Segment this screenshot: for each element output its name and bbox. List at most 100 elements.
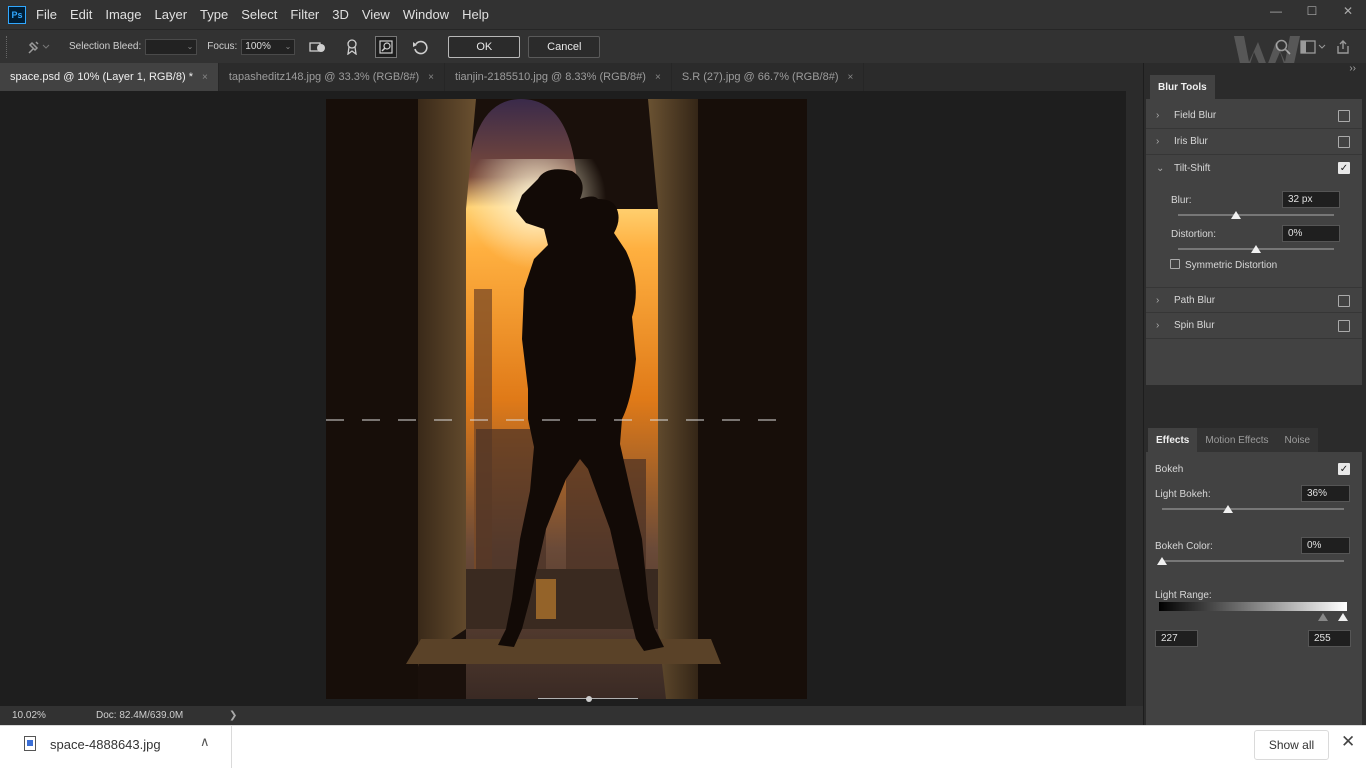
chevron-right-icon[interactable]: › [1156,136,1170,147]
light-range-gradient[interactable] [1159,602,1347,611]
menu-window[interactable]: Window [403,7,449,22]
tab-blur-tools[interactable]: Blur Tools [1150,75,1215,99]
field-blur-label: Field Blur [1174,110,1217,121]
focus-field[interactable]: 100% ⌄ [241,38,296,55]
share-icon[interactable] [1330,34,1356,60]
blur-row-spin[interactable]: › Spin Blur [1146,313,1362,339]
tab-sr27[interactable]: S.R (27).jpg @ 66.7% (RGB/8#) × [672,63,865,91]
bokeh-color-label: Bokeh Color: [1155,541,1213,552]
menu-bar: Ps File Edit Image Layer Type Select Fil… [0,0,1366,29]
distortion-value-field[interactable]: 0% [1282,225,1340,242]
save-mask-icon[interactable] [307,36,329,58]
effects-tabs: Effects Motion Effects Noise [1148,428,1319,452]
blur-slider-track[interactable] [1178,214,1334,216]
chevron-right-icon[interactable]: › [1156,110,1170,121]
high-quality-icon[interactable] [341,36,363,58]
document-tabs: space.psd @ 10% (Layer 1, RGB/8) * × tap… [0,63,1143,91]
symmetric-distortion-label: Symmetric Distortion [1185,260,1278,271]
focus-value: 100% [245,41,271,52]
spin-blur-label: Spin Blur [1174,320,1215,331]
tab-space-psd[interactable]: space.psd @ 10% (Layer 1, RGB/8) * × [0,63,219,91]
menu-type[interactable]: Type [200,7,228,22]
tab-effects[interactable]: Effects [1148,428,1198,452]
tab-noise[interactable]: Noise [1276,428,1319,452]
iris-blur-checkbox[interactable] [1338,136,1350,148]
artwork-image[interactable] [326,99,807,699]
path-blur-label: Path Blur [1174,294,1216,306]
menu-layer[interactable]: Layer [155,7,188,22]
reset-icon[interactable] [409,36,431,58]
blur-row-path[interactable]: › Path Blur [1146,287,1362,313]
spin-blur-checkbox[interactable] [1338,320,1350,332]
menu-filter[interactable]: Filter [290,7,319,22]
tab-tapasheditz148[interactable]: tapasheditz148.jpg @ 33.3% (RGB/8#) × [219,63,446,91]
blur-tools-tabs: Blur Tools [1150,75,1215,99]
chevron-right-icon[interactable]: › [1156,295,1170,306]
blur-row-field[interactable]: › Field Blur [1146,103,1362,129]
cancel-button[interactable]: Cancel [528,35,601,58]
chevron-up-icon[interactable]: ∧ [200,734,210,750]
chevron-down-icon: ⌄ [284,42,292,51]
window-controls: — ☐ ✕ [1258,0,1366,22]
close-icon[interactable]: ✕ [1341,732,1355,752]
tab-label: space.psd @ 10% (Layer 1, RGB/8) * [10,71,193,83]
tab-label: tianjin-2185510.jpg @ 8.33% (RGB/8#) [455,71,646,83]
close-icon[interactable]: × [847,72,853,83]
bokeh-checkbox[interactable]: ✓ [1338,463,1350,475]
tab-motion-effects[interactable]: Motion Effects [1197,428,1277,452]
tilt-shift-checkbox[interactable]: ✓ [1338,162,1350,174]
canvas-area[interactable] [0,91,1143,706]
vertical-scrollbar[interactable] [1126,91,1143,706]
collapse-panel-icon[interactable]: ›› [1349,63,1356,74]
bokeh-color-value-field[interactable]: 0% [1301,537,1350,554]
menu-help[interactable]: Help [462,7,489,22]
path-blur-checkbox[interactable] [1338,295,1350,307]
blur-tools-list: › Field Blur › Iris Blur ⌄ Tilt-Shift ✓ … [1146,99,1362,385]
close-icon[interactable]: × [428,72,434,83]
menu-file[interactable]: File [36,7,57,22]
light-range-low-thumb[interactable] [1318,613,1328,621]
minimize-button[interactable]: — [1258,0,1294,22]
options-bar-grip[interactable] [6,35,11,58]
tilt-shift-pin[interactable] [586,696,592,702]
blur-slider-thumb[interactable] [1231,211,1241,219]
download-filename[interactable]: space-4888643.jpg [50,737,161,752]
zoom-level[interactable]: 10.02% [12,710,60,721]
remove-pins-icon[interactable] [375,35,398,58]
symmetric-distortion-checkbox[interactable] [1170,259,1180,269]
light-range-high-thumb[interactable] [1338,613,1348,621]
selection-bleed-field[interactable]: ⌄ [145,38,198,55]
chevron-down-icon[interactable]: ⌄ [1156,163,1170,174]
blur-row-iris[interactable]: › Iris Blur [1146,129,1362,155]
bokeh-color-slider-track[interactable] [1162,560,1344,562]
menu-select[interactable]: Select [241,7,277,22]
tab-tianjin[interactable]: tianjin-2185510.jpg @ 8.33% (RGB/8#) × [445,63,672,91]
bokeh-color-slider-thumb[interactable] [1157,557,1167,565]
pin-icon[interactable] [25,37,55,57]
download-divider [231,726,232,768]
blur-row-tilt-shift[interactable]: ⌄ Tilt-Shift ✓ [1146,155,1362,181]
chevron-right-icon[interactable]: › [1156,320,1170,331]
light-bokeh-slider-thumb[interactable] [1223,505,1233,513]
menu-view[interactable]: View [362,7,390,22]
chevron-down-icon: ⌄ [186,42,194,51]
close-icon[interactable]: × [655,72,661,83]
photoshop-logo: Ps [8,5,26,24]
close-icon[interactable]: × [202,72,208,83]
blur-value-field[interactable]: 32 px [1282,191,1340,208]
menu-edit[interactable]: Edit [70,7,92,22]
ok-button[interactable]: OK [448,35,521,58]
light-range-high-field[interactable]: 255 [1308,630,1351,647]
light-range-low-field[interactable]: 227 [1155,630,1198,647]
menu-image[interactable]: Image [105,7,141,22]
status-bar: 10.02% Doc: 82.4M/639.0M ❯ [0,706,1143,725]
field-blur-checkbox[interactable] [1338,110,1350,122]
menu-3d[interactable]: 3D [332,7,349,22]
maximize-button[interactable]: ☐ [1294,0,1330,22]
light-bokeh-value-field[interactable]: 36% [1301,485,1350,502]
light-bokeh-slider-track[interactable] [1162,508,1344,510]
distortion-slider-thumb[interactable] [1251,245,1261,253]
show-all-button[interactable]: Show all [1254,730,1329,760]
status-menu-arrow[interactable]: ❯ [229,710,237,721]
close-button[interactable]: ✕ [1330,0,1366,22]
